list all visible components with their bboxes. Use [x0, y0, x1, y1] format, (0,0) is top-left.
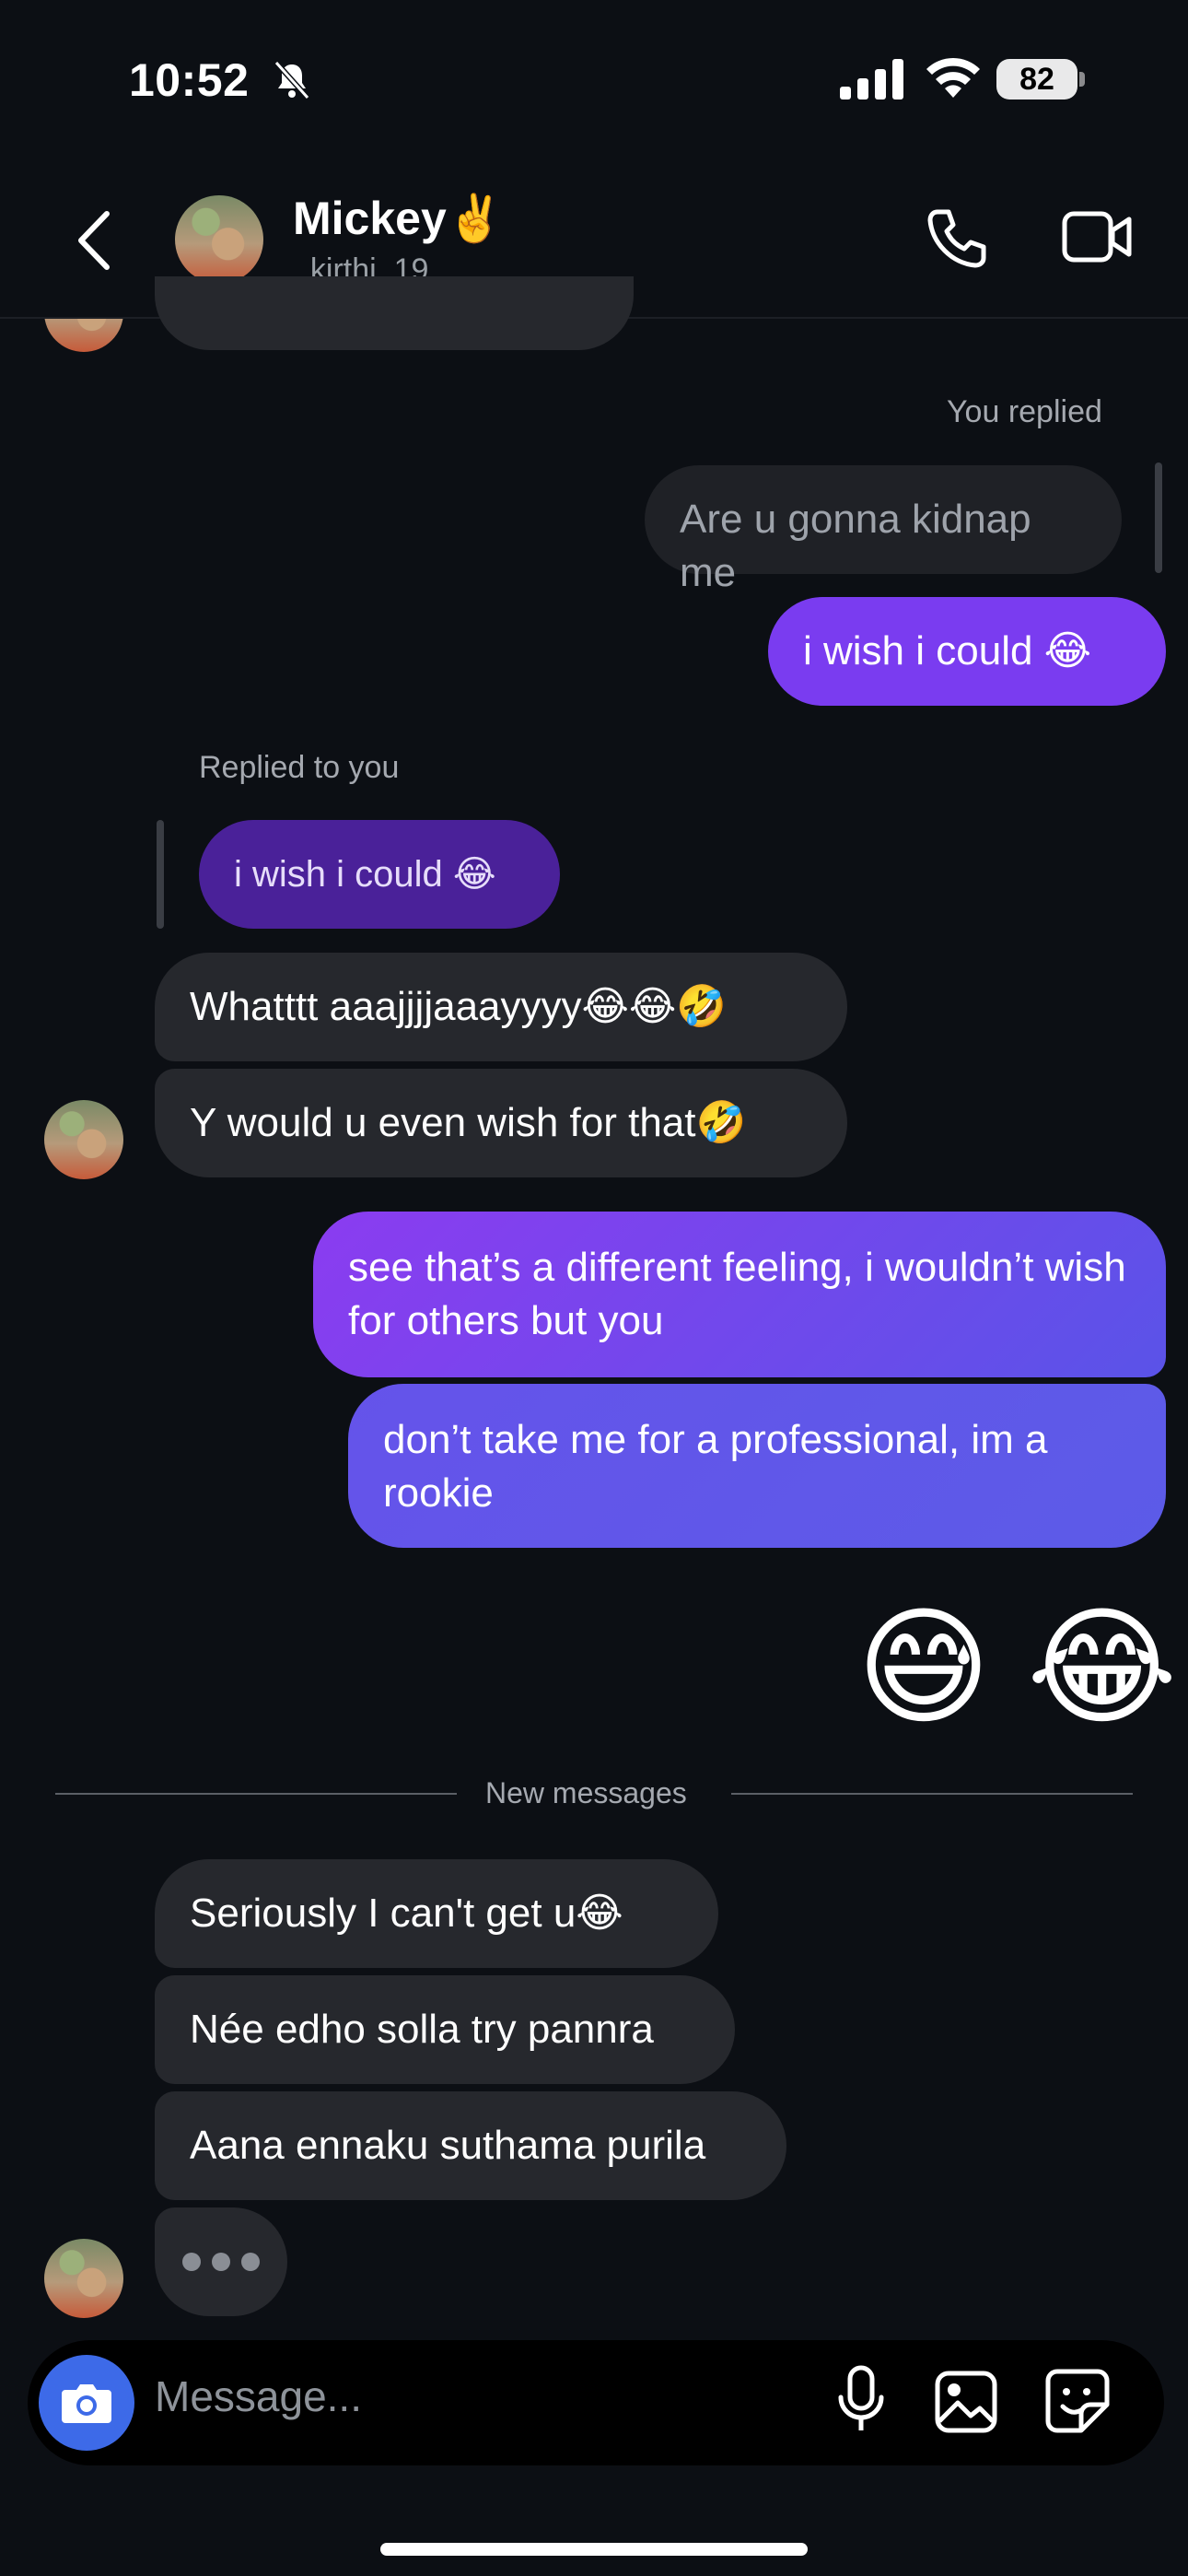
incoming-message[interactable]: Seriously I can't get u😂 — [155, 1859, 718, 1968]
new-messages-divider — [55, 1793, 457, 1795]
wifi-icon — [926, 57, 980, 98]
camera-button[interactable] — [39, 2355, 134, 2451]
signal-icon — [840, 59, 903, 100]
replied-to-you-label: Replied to you — [199, 750, 400, 785]
mic-icon[interactable] — [833, 2364, 889, 2438]
outgoing-message[interactable]: see that’s a different feeling, i wouldn… — [313, 1212, 1166, 1377]
message-bubble-partial[interactable] — [155, 276, 634, 350]
sticker-icon[interactable] — [1044, 2368, 1111, 2434]
video-icon[interactable] — [1061, 208, 1135, 265]
camera-icon — [62, 2384, 111, 2423]
incoming-message[interactable]: Aana ennaku suthama purila — [155, 2091, 786, 2200]
reply-scroll-bar — [1155, 463, 1162, 573]
phone-icon[interactable] — [925, 206, 989, 271]
battery-tip — [1079, 72, 1085, 87]
photo-icon[interactable] — [934, 2370, 998, 2434]
status-time: 10:52 — [129, 54, 250, 106]
contact-avatar-small[interactable] — [44, 2239, 123, 2318]
quoted-message-bubble[interactable]: i wish i could 😂 — [199, 820, 560, 929]
reply-quote-bar — [157, 820, 164, 929]
incoming-message[interactable]: Y would u even wish for that🤣 — [155, 1069, 847, 1177]
outgoing-message[interactable]: i wish i could 😂 — [768, 597, 1166, 706]
back-icon[interactable] — [72, 208, 118, 273]
emoji-message[interactable]: 😅 😂 — [856, 1598, 1177, 1737]
contact-avatar-small[interactable] — [44, 1100, 123, 1179]
incoming-message[interactable]: Née edho solla try pannra — [155, 1975, 735, 2084]
quoted-reply-bubble[interactable]: Are u gonna kidnap me — [645, 465, 1122, 595]
message-input[interactable]: Message... — [155, 2371, 362, 2421]
new-messages-divider — [731, 1793, 1133, 1795]
contact-avatar[interactable] — [175, 195, 263, 284]
bell-slash-icon — [274, 60, 310, 100]
you-replied-label: You replied — [947, 394, 1102, 429]
typing-indicator — [155, 2207, 287, 2316]
outgoing-message[interactable]: don’t take me for a professional, im a r… — [348, 1384, 1166, 1548]
new-messages-label: New messages — [485, 1776, 687, 1809]
incoming-message[interactable]: Whatttt aaajjjjaaayyyy😂😂🤣 — [155, 953, 847, 1061]
contact-name[interactable]: Mickey✌️ — [293, 192, 504, 246]
home-indicator — [380, 2543, 808, 2556]
battery-indicator: 82 — [996, 59, 1077, 100]
